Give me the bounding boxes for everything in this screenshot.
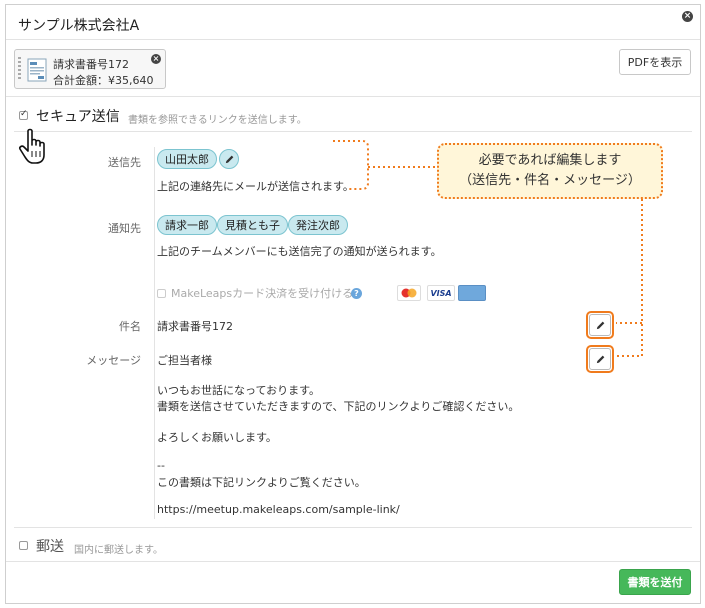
pencil-icon <box>596 355 604 363</box>
message-label: メッセージ <box>86 354 141 367</box>
divider <box>14 527 692 528</box>
secure-send-checkbox[interactable] <box>19 109 28 120</box>
subject-value: 請求書番号172 <box>157 320 233 333</box>
dialog-title: サンプル株式会社A <box>18 18 140 34</box>
send-document-button[interactable]: 書類を送付 <box>619 569 691 595</box>
show-pdf-button[interactable]: PDFを表示 <box>619 49 691 75</box>
form-divider <box>154 147 155 519</box>
recipient-label: 送信先 <box>108 156 141 169</box>
edit-callout: 必要であれば編集します （送信先・件名・メッセージ） <box>437 143 663 199</box>
subject-edit-button[interactable] <box>589 314 611 336</box>
message-line: ご担当者様 <box>157 354 212 367</box>
message-edit-button[interactable] <box>589 348 611 370</box>
card-payment-checkbox[interactable] <box>157 289 166 298</box>
postal-label: 郵送 <box>36 539 64 555</box>
message-line: https://meetup.makeleaps.com/sample-link… <box>157 503 400 516</box>
notify-label: 通知先 <box>108 222 141 235</box>
secure-send-label: セキュア送信 <box>36 109 120 125</box>
mastercard-icon <box>397 285 421 301</box>
message-line: この書類は下記リンクよりご覧ください。 <box>157 476 366 489</box>
divider <box>6 561 700 562</box>
amex-icon <box>458 285 486 301</box>
notify-pill[interactable]: 請求一郎 <box>157 215 217 235</box>
postal-description: 国内に郵送します。 <box>74 545 163 556</box>
card-payment-label: MakeLeapsカード決済を受け付ける <box>171 287 354 300</box>
document-card[interactable]: 請求書番号172 合計金額：¥35,640 × <box>14 49 166 89</box>
notify-note: 上記のチームメンバーにも送信完了の通知が送られます。 <box>157 245 442 258</box>
divider <box>6 39 700 40</box>
secure-send-description: 書類を参照できるリンクを送信します。 <box>128 115 307 126</box>
visa-icon: VISA <box>427 285 455 301</box>
postal-checkbox[interactable] <box>19 541 28 550</box>
subject-label: 件名 <box>119 320 141 333</box>
callout-line: （送信先・件名・メッセージ） <box>459 173 641 188</box>
divider <box>14 131 692 132</box>
notify-pill[interactable]: 発注次郎 <box>288 215 348 235</box>
drag-handle-icon[interactable] <box>18 57 21 81</box>
recipient-pill[interactable]: 山田太郎 <box>157 149 217 169</box>
callout-line: 必要であれば編集します <box>478 153 622 168</box>
notify-pill[interactable]: 見積とも子 <box>217 215 288 235</box>
pencil-icon <box>596 321 604 329</box>
remove-document-icon[interactable]: × <box>151 54 161 64</box>
help-icon[interactable]: ? <box>351 288 362 299</box>
message-line: いつもお世話になっております。 <box>157 384 321 397</box>
document-name: 請求書番号172 <box>53 58 129 71</box>
pencil-icon <box>225 155 233 163</box>
close-icon[interactable]: × <box>682 11 693 22</box>
message-line: 書類を送信させていただきますので、下記のリンクよりご確認ください。 <box>157 400 520 413</box>
message-line: -- <box>157 459 165 472</box>
document-total: 合計金額：¥35,640 <box>53 74 154 87</box>
divider <box>6 96 700 97</box>
recipient-note: 上記の連絡先にメールが送信されます。 <box>157 180 354 193</box>
document-icon <box>27 58 47 82</box>
send-dialog: サンプル株式会社A × 請求書番号172 合計金額：¥35,640 × PDFを… <box>5 4 701 604</box>
recipient-edit-button[interactable] <box>219 149 239 169</box>
message-line: よろしくお願いします。 <box>157 431 277 444</box>
